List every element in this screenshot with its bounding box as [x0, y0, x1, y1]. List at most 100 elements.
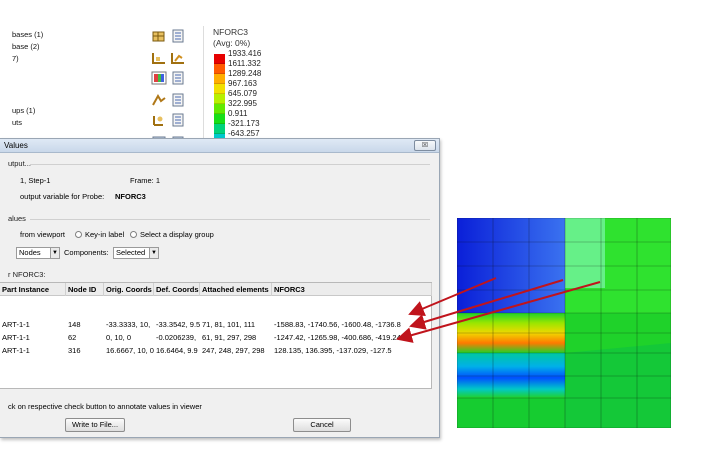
components-label: Components:	[64, 248, 109, 257]
dialog-title: Values	[4, 141, 28, 150]
legend-swatch	[214, 74, 225, 84]
mesh-band	[457, 353, 565, 398]
table-cell: 71, 81, 101, 111	[202, 320, 256, 329]
nodes-select[interactable]: Nodes ▼	[16, 247, 60, 259]
tree-item[interactable]: bases (1)	[12, 30, 43, 39]
legend-value: -321.173	[228, 119, 260, 128]
radio-key-in-label: Key-in label	[85, 230, 125, 239]
components-select-value: Selected	[116, 248, 146, 257]
mesh-region-blue	[457, 218, 565, 313]
legend-swatch	[214, 114, 225, 124]
radio-display-group-label: Select a display group	[140, 230, 214, 239]
column-header[interactable]: Part Instance	[0, 283, 66, 296]
chevron-down-icon: ▼	[50, 248, 59, 258]
output-group-label: utput...	[8, 159, 31, 168]
legend-swatch	[214, 124, 225, 134]
table-cell: -33.3333, 10,	[106, 320, 151, 329]
table-cell: 62	[68, 333, 77, 342]
tree-item[interactable]: ups (1)	[12, 106, 35, 115]
tree-item[interactable]: uts	[12, 118, 22, 127]
tree-item[interactable]: 7)	[12, 54, 19, 63]
column-header[interactable]: Orig. Coords	[104, 283, 154, 296]
model-tree-fragment: bases (1) base (2) 7) ups (1) uts	[0, 28, 140, 136]
probe-label: output variable for Probe:	[20, 192, 105, 201]
cancel-button[interactable]: Cancel	[293, 418, 351, 432]
query-values-dialog: Values ☒ utput... 1, Step-1 Frame: 1 out…	[0, 138, 440, 438]
table-cell: ART-1-1	[2, 333, 30, 342]
nodes-select-value: Nodes	[19, 248, 41, 257]
deformed-shape-icon[interactable]	[170, 50, 186, 66]
legend-swatch	[214, 84, 225, 94]
radio-display-group[interactable]	[130, 231, 137, 238]
tree-item[interactable]: base (2)	[12, 42, 40, 51]
legend-value: 967.163	[228, 79, 257, 88]
legend-swatch	[214, 94, 225, 104]
visualization-toolbar	[150, 26, 188, 151]
probe-values-table: Part Instance Node ID Orig. Coords Def. Coo…	[0, 282, 432, 389]
table-header: Part Instance Node ID Orig. Coords Def. Coo…	[0, 283, 432, 296]
column-header[interactable]: Node ID	[66, 283, 104, 296]
legend-value: 322.995	[228, 99, 257, 108]
table-row[interactable]: ART-1-1 148 -33.3333, 10, -33.3542, 9.5 71, …	[0, 319, 431, 331]
table-cell: 128.135, 136.395, -137.029, -127.5	[274, 346, 392, 355]
step-text: 1, Step-1	[20, 176, 51, 185]
legend-variable: NFORC3	[213, 27, 248, 37]
radio-viewport-label: from viewport	[20, 230, 66, 239]
legend-value: 1611.332	[228, 59, 261, 68]
mesh-band	[457, 398, 565, 428]
legend-swatch	[214, 54, 225, 64]
table-cell: 148	[68, 320, 81, 329]
material-orientation-icon[interactable]	[151, 112, 167, 128]
probe-value: NFORC3	[115, 192, 146, 201]
mesh-region-green-lower	[565, 343, 671, 428]
table-row[interactable]: ART-1-1 62 0, 10, 0 -0.0206239, 61, 91, 297,…	[0, 332, 431, 344]
components-select[interactable]: Selected ▼	[113, 247, 159, 259]
orientation-options-icon[interactable]	[170, 112, 186, 128]
column-header[interactable]: NFORC3	[272, 283, 432, 296]
values-group-label: alues	[8, 214, 26, 223]
radio-key-in[interactable]	[75, 231, 82, 238]
table-cell: 61, 91, 297, 298	[202, 333, 257, 342]
table-cell: 16.6667, 10, 0	[106, 346, 154, 355]
legend-value: 645.079	[228, 89, 257, 98]
mesh-viewport[interactable]	[457, 218, 671, 428]
table-cell: -1247.42, -1265.98, -400.686, -419.249	[274, 333, 405, 342]
group-divider	[30, 219, 430, 220]
mesh-region-light-green	[565, 218, 605, 288]
legend-value: 1933.416	[228, 49, 262, 58]
table-cell: 0, 10, 0	[106, 333, 132, 342]
options-icon[interactable]	[170, 28, 186, 44]
contour-plot-icon[interactable]	[151, 70, 167, 86]
legend-labels: 1933.416 1611.332 1289.248 967.163 645.079 32…	[228, 49, 261, 149]
column-header[interactable]: Attached elements	[200, 283, 272, 296]
table-cell: ART-1-1	[2, 320, 30, 329]
table-cell: 16.6464, 9.9	[156, 346, 198, 355]
mesh-plot-icon[interactable]	[151, 28, 167, 44]
table-cell: ART-1-1	[2, 346, 30, 355]
legend-swatch	[214, 64, 225, 74]
table-cell: 316	[68, 346, 81, 355]
undeformed-shape-icon[interactable]	[151, 50, 167, 66]
column-header[interactable]: Def. Coords	[154, 283, 200, 296]
symbol-plot-icon[interactable]	[151, 92, 167, 108]
group-divider	[30, 164, 430, 165]
table-cell: -33.3542, 9.5	[156, 320, 200, 329]
table-cell: -0.0206239,	[156, 333, 197, 342]
contour-legend: NFORC3 (Avg: 0%) 1933.416 1611.332 1289.24…	[203, 26, 308, 164]
table-caption: r NFORC3:	[8, 270, 46, 279]
close-button[interactable]: ☒	[414, 140, 436, 151]
annotate-hint: ck on respective check button to annotat…	[8, 402, 202, 411]
legend-swatch	[214, 104, 225, 114]
symbol-options-icon[interactable]	[170, 92, 186, 108]
dialog-titlebar[interactable]: Values ☒	[0, 139, 439, 153]
table-cell: -1588.83, -1740.56, -1600.48, -1736.8	[274, 320, 401, 329]
legend-value: 0.911	[228, 109, 248, 118]
contour-options-icon[interactable]	[170, 70, 186, 86]
legend-value: 1289.248	[228, 69, 262, 78]
frame-text: Frame: 1	[130, 176, 161, 185]
legend-averaging: (Avg: 0%)	[213, 38, 251, 48]
write-to-file-button[interactable]: Write to File...	[65, 418, 125, 432]
table-row[interactable]: ART-1-1 316 16.6667, 10, 0 16.6464, 9.9 247,…	[0, 345, 431, 357]
chevron-down-icon: ▼	[149, 248, 158, 258]
table-cell: 247, 248, 297, 298	[202, 346, 265, 355]
